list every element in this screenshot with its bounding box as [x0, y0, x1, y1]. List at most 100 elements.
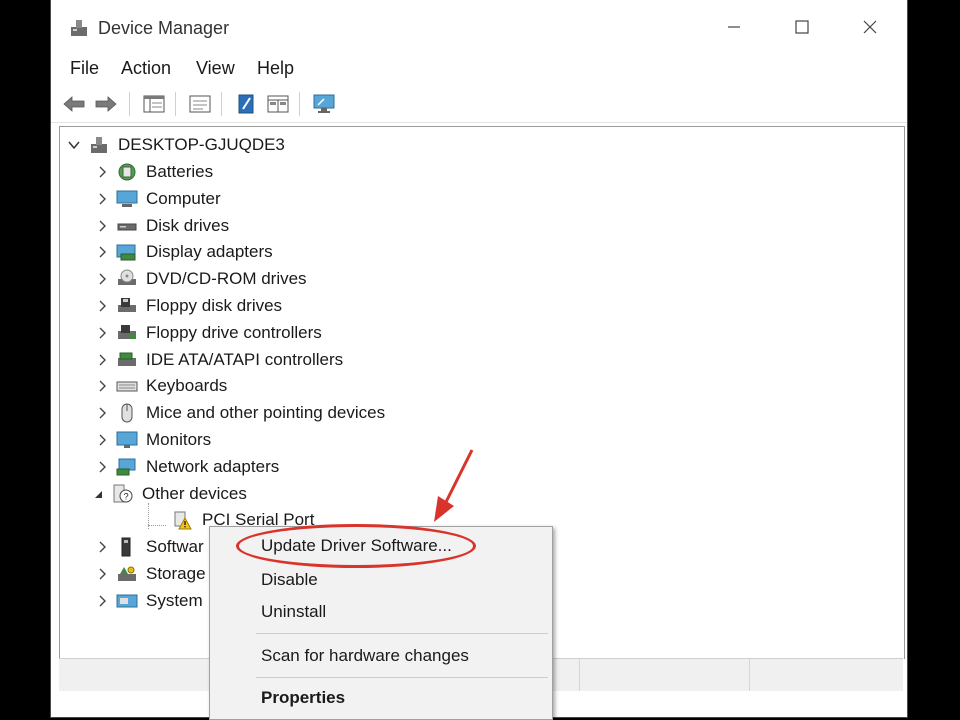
menu-item-properties[interactable]: Properties — [210, 682, 552, 714]
network-adapter-icon — [116, 457, 138, 477]
tree-item-label: Monitors — [146, 430, 212, 449]
tree-item-keyboards[interactable]: Keyboards — [96, 373, 227, 399]
chevron-right-icon[interactable] — [96, 434, 108, 446]
floppy-disk-icon — [116, 296, 138, 316]
tree-item-label: Batteries — [146, 162, 214, 181]
chevron-right-icon[interactable] — [96, 354, 108, 366]
tree-item-network-adapters[interactable]: Network adapters — [96, 454, 279, 480]
keyboard-icon — [116, 376, 138, 396]
tree-item-label: Disk drives — [146, 215, 230, 235]
tree-item-label: Computer — [146, 188, 221, 208]
chevron-right-icon[interactable] — [96, 300, 108, 312]
chevron-right-icon[interactable] — [96, 568, 108, 580]
tree-item-dvd-cd-rom-drives[interactable]: DVD/CD-ROM drives — [96, 266, 307, 292]
back-button[interactable] — [61, 91, 87, 117]
chevron-right-icon[interactable] — [96, 193, 108, 205]
chevron-right-icon[interactable] — [96, 461, 108, 473]
toolbar-separator — [175, 92, 176, 116]
tree-item-ide-ata-atapi-controllers[interactable]: IDE ATA/ATAPI controllers — [96, 347, 343, 373]
tree-item-floppy-disk-drives[interactable]: Floppy disk drives — [96, 293, 282, 319]
tree-item-label: Keyboards — [146, 376, 228, 396]
mouse-icon — [116, 403, 138, 423]
tree-item-monitors[interactable]: Monitors — [96, 427, 211, 453]
tree-item-label: Other devices — [142, 483, 247, 503]
help-button[interactable] — [187, 91, 213, 117]
help-icon — [189, 95, 211, 113]
toolbar-separator — [129, 92, 130, 116]
maximize-icon — [795, 20, 809, 34]
tree-item-batteries[interactable]: Batteries — [96, 159, 213, 185]
window-title: Device Manager — [98, 18, 230, 38]
tree-root[interactable]: DESKTOP-GJUQDE3 — [68, 132, 285, 158]
toolbar-separator — [221, 92, 222, 116]
computer-icon — [116, 189, 138, 209]
tree-item-label: System — [146, 590, 203, 610]
chevron-right-icon[interactable] — [96, 246, 108, 258]
tree-item-label: Mice and other pointing devices — [146, 403, 386, 423]
tree-item-floppy-drive-controllers[interactable]: Floppy drive controllers — [96, 320, 322, 346]
scan-hardware-button[interactable] — [311, 91, 337, 117]
menu-file[interactable]: File — [70, 58, 99, 79]
chevron-right-icon[interactable] — [96, 166, 108, 178]
tree-item-label: Softwar — [146, 537, 204, 557]
chevron-right-icon[interactable] — [96, 327, 108, 339]
tree-item-storage[interactable]: Storage — [96, 561, 206, 587]
menu-item-label: Scan for hardware changes — [261, 646, 469, 665]
forward-icon — [95, 96, 117, 112]
tree-item-label: DVD/CD-ROM drives — [146, 269, 307, 289]
system-device-icon — [116, 591, 138, 611]
menu-item-label: Uninstall — [261, 602, 327, 621]
forward-button[interactable] — [93, 91, 119, 117]
tree-item-softwar[interactable]: Softwar — [96, 534, 204, 560]
properties-icon — [143, 95, 165, 113]
tree-item-system[interactable]: System — [96, 588, 203, 614]
status-pane — [579, 659, 580, 691]
menu-action[interactable]: Action — [121, 58, 171, 79]
menu-item-label: Disable — [261, 570, 318, 589]
toolbar-separator — [299, 92, 300, 116]
monitor-icon — [116, 430, 138, 450]
title-bar[interactable]: Device Manager — [51, 0, 907, 54]
back-icon — [63, 96, 85, 112]
close-button[interactable] — [847, 12, 893, 42]
status-pane — [749, 659, 750, 691]
chevron-right-icon[interactable] — [96, 273, 108, 285]
disk-drive-icon — [116, 216, 138, 236]
chevron-expanded-icon[interactable] — [92, 488, 104, 500]
tree-item-label: Display adapters — [146, 242, 273, 262]
menu-separator — [256, 633, 548, 634]
menu-item-uninstall[interactable]: Uninstall — [210, 596, 552, 628]
tree-item-disk-drives[interactable]: Disk drives — [96, 213, 229, 239]
storage-controller-icon — [116, 564, 138, 584]
tree-connector — [148, 525, 166, 526]
unknown-device-icon: ? — [112, 484, 134, 504]
chevron-down-icon[interactable] — [68, 139, 80, 151]
menu-separator — [256, 677, 548, 678]
chevron-right-icon[interactable] — [96, 407, 108, 419]
chevron-right-icon[interactable] — [96, 220, 108, 232]
tree-item-label: Floppy drive controllers — [146, 322, 322, 342]
menu-bar: File Action View Help — [51, 54, 907, 82]
battery-icon — [116, 162, 138, 182]
tree-item-display-adapters[interactable]: Display adapters — [96, 239, 273, 265]
tree-item-mice-and-other-pointing-devices[interactable]: Mice and other pointing devices — [96, 400, 385, 426]
root-label: DESKTOP-GJUQDE3 — [118, 135, 285, 154]
maximize-button[interactable] — [779, 12, 825, 42]
menu-view[interactable]: View — [196, 58, 235, 79]
tree-item-computer[interactable]: Computer — [96, 186, 221, 212]
menu-item-disable[interactable]: Disable — [210, 564, 552, 596]
update-driver-button[interactable] — [233, 91, 259, 117]
tree-item-label: IDE ATA/ATAPI controllers — [146, 349, 344, 369]
menu-help[interactable]: Help — [257, 58, 294, 79]
annotation-arrow-icon — [434, 449, 474, 522]
show-hide-console-tree-button[interactable] — [141, 91, 167, 117]
tree-item-other-devices[interactable]: ? Other devices — [92, 481, 247, 507]
chevron-right-icon[interactable] — [96, 595, 108, 607]
minimize-button[interactable] — [711, 12, 757, 42]
display-adapter-icon — [116, 242, 138, 262]
chevron-right-icon[interactable] — [96, 541, 108, 553]
svg-text:?: ? — [124, 491, 129, 501]
menu-item-scan-hardware[interactable]: Scan for hardware changes — [210, 640, 552, 672]
view-devices-button[interactable] — [265, 91, 291, 117]
chevron-right-icon[interactable] — [96, 380, 108, 392]
